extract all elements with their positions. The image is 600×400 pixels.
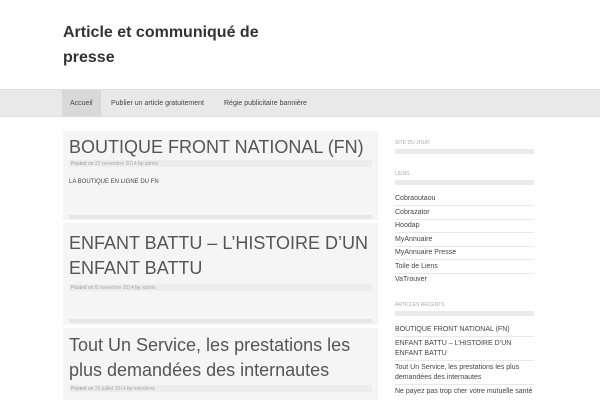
main-navigation: Accueil Publier un article gratuitement … [0, 89, 600, 117]
widget-title-site-du-jour: SITE DU JOUR [395, 140, 430, 146]
nav-item-regie[interactable]: Régie publicitaire bannière [216, 90, 315, 117]
recent-post-link[interactable]: Ne payez pas trop cher votre mutuelle sa… [395, 387, 534, 397]
nav-item-publier[interactable]: Publier un article gratuitement [103, 90, 212, 117]
widget-bar [395, 311, 534, 316]
post-meta-prefix: Posted on [71, 386, 94, 392]
post-author-link[interactable]: toilediens [134, 386, 155, 392]
post-footer-bar [69, 319, 372, 323]
sidebar-link-toile-de-liens[interactable]: Toile de Liens [395, 262, 534, 272]
link-separator [395, 360, 534, 361]
post-article: BOUTIQUE FRONT NATIONAL (FN) Posted on 2… [63, 131, 378, 220]
link-separator [395, 246, 534, 247]
site-title[interactable]: Article et communiqué de presse [63, 20, 263, 70]
post-meta-prefix: Posted on [71, 161, 94, 167]
recent-post-link[interactable]: BOUTIQUE FRONT NATIONAL (FN) [395, 325, 534, 335]
link-separator [395, 259, 534, 260]
post-title[interactable]: ENFANT BATTU – L’HISTOIRE D’UN ENFANT BA… [69, 231, 369, 281]
post-article: Tout Un Service, les prestations les plu… [63, 328, 378, 400]
link-separator [395, 205, 534, 206]
post-meta-by: by [138, 161, 144, 167]
post-footer-bar [69, 215, 372, 219]
nav-item-accueil[interactable]: Accueil [62, 90, 101, 117]
post-author-link[interactable]: admin [145, 161, 159, 167]
post-meta: Posted on 8 novembre 2014 by admin [71, 285, 156, 291]
recent-post-link[interactable]: Tout Un Service, les prestations les plu… [395, 363, 534, 383]
post-author-link[interactable]: admin [142, 285, 156, 291]
post-meta-prefix: Posted on [71, 285, 94, 291]
widget-bar [395, 149, 534, 154]
post-date-link[interactable]: 20 juillet 2014 [95, 386, 126, 392]
post-article: ENFANT BATTU – L’HISTOIRE D’UN ENFANT BA… [63, 223, 378, 325]
post-title[interactable]: Tout Un Service, les prestations les plu… [69, 333, 374, 383]
link-separator [395, 384, 534, 385]
sidebar-link-myannuaire-presse[interactable]: MyAnnuaire Presse [395, 248, 534, 258]
post-title[interactable]: BOUTIQUE FRONT NATIONAL (FN) [69, 135, 364, 160]
widget-bar [395, 180, 534, 185]
post-excerpt: LA BOUTIQUE EN LIGNE DU FN [69, 179, 159, 185]
sidebar-link-hoodap[interactable]: Hoodap [395, 221, 534, 231]
post-meta: Posted on 20 juillet 2014 by toilediens [71, 386, 155, 392]
recent-post-link[interactable]: ENFANT BATTU – L’HISTOIRE D’UN ENFANT BA… [395, 339, 534, 359]
widget-title-liens: LIENS [395, 171, 410, 177]
post-date-link[interactable]: 8 novembre 2014 [95, 285, 134, 291]
widget-title-articles-recents: ARTICLES RÉCENTS [395, 302, 445, 308]
sidebar-link-myannuaire[interactable]: MyAnnuaire [395, 235, 534, 245]
link-separator [395, 219, 534, 220]
sidebar-link-vatrouver[interactable]: VaTrouver [395, 275, 534, 285]
link-separator [395, 336, 534, 337]
post-meta: Posted on 22 novembre 2014 by admin [71, 161, 158, 167]
link-separator [395, 232, 534, 233]
sidebar-link-cobraoutaou[interactable]: Cobraoutaou [395, 194, 534, 204]
post-meta-by: by [127, 386, 133, 392]
link-separator [395, 273, 534, 274]
sidebar-link-cobrazator[interactable]: Cobrazator [395, 208, 534, 218]
post-meta-by: by [135, 285, 141, 291]
site-header: Article et communiqué de presse [0, 0, 600, 89]
post-date-link[interactable]: 22 novembre 2014 [95, 161, 137, 167]
